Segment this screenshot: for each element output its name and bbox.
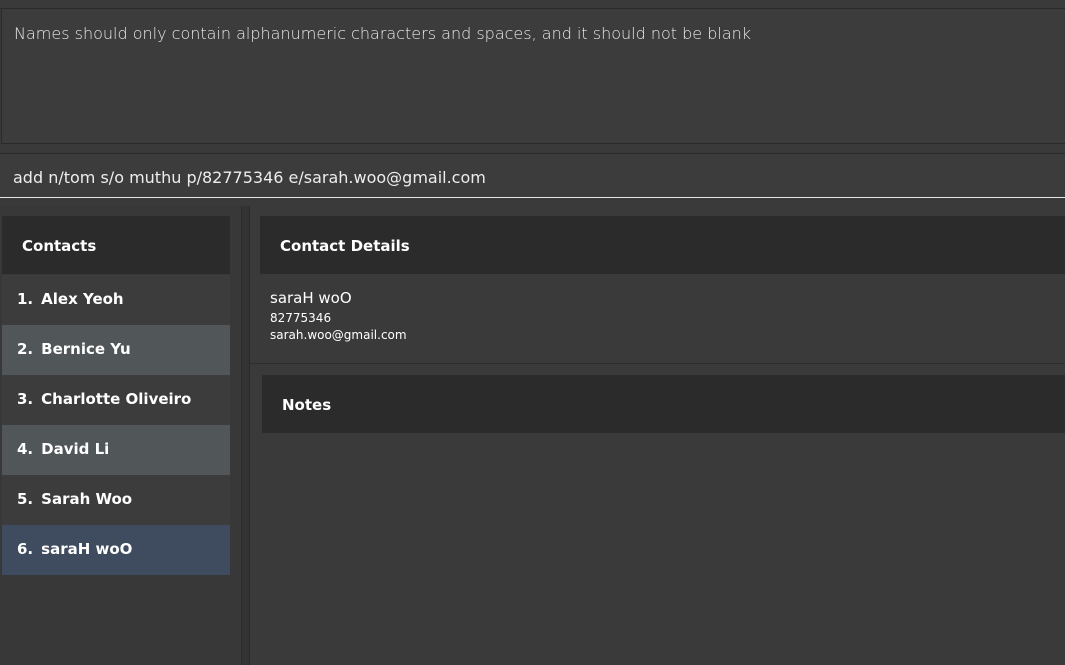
contact-name: Alex Yeoh xyxy=(41,290,124,308)
details-panel: Contact Details saraH woO 82775346 sarah… xyxy=(250,206,1065,665)
notes-header: Notes xyxy=(262,375,1065,433)
contact-name: saraH woO xyxy=(41,540,133,558)
contact-index: 4. xyxy=(17,440,34,458)
command-input[interactable]: add n/tom s/o muthu p/82775346 e/sarah.w… xyxy=(0,153,1065,198)
detail-phone: 82775346 xyxy=(270,311,332,325)
app-window: Names should only contain alphanumeric c… xyxy=(0,0,1065,665)
contact-index: 5. xyxy=(17,490,34,508)
contacts-header: Contacts xyxy=(2,216,230,274)
detail-name: saraH woO xyxy=(270,289,352,307)
contact-list-item[interactable]: 4. David Li xyxy=(2,425,230,475)
split-pane-divider[interactable] xyxy=(241,206,250,665)
contact-name: David Li xyxy=(41,440,110,458)
contact-list-panel: Contacts 1. Alex Yeoh 2. Bernice Yu 3. Char… xyxy=(0,206,240,665)
detail-email: sarah.woo@gmail.com xyxy=(270,328,407,342)
contact-list: 1. Alex Yeoh 2. Bernice Yu 3. Charlotte Oli… xyxy=(2,275,230,575)
contact-index: 2. xyxy=(17,340,34,358)
result-display: Names should only contain alphanumeric c… xyxy=(1,8,1065,144)
contact-list-item-selected[interactable]: 6. saraH woO xyxy=(2,525,230,575)
contact-index: 1. xyxy=(17,290,34,308)
contact-list-item[interactable]: 1. Alex Yeoh xyxy=(2,275,230,325)
contact-index: 3. xyxy=(17,390,34,408)
contact-details-card: saraH woO 82775346 sarah.woo@gmail.com xyxy=(250,274,1065,364)
command-input-text[interactable]: add n/tom s/o muthu p/82775346 e/sarah.w… xyxy=(13,168,486,187)
contact-name: Bernice Yu xyxy=(41,340,131,358)
contact-index: 6. xyxy=(17,540,34,558)
contact-name: Sarah Woo xyxy=(41,490,133,508)
contact-name: Charlotte Oliveiro xyxy=(41,390,192,408)
contact-list-item[interactable]: 3. Charlotte Oliveiro xyxy=(2,375,230,425)
result-message: Names should only contain alphanumeric c… xyxy=(14,24,752,43)
contact-details-header: Contact Details xyxy=(260,216,1065,274)
contact-list-item[interactable]: 2. Bernice Yu xyxy=(2,325,230,375)
contact-list-item[interactable]: 5. Sarah Woo xyxy=(2,475,230,525)
